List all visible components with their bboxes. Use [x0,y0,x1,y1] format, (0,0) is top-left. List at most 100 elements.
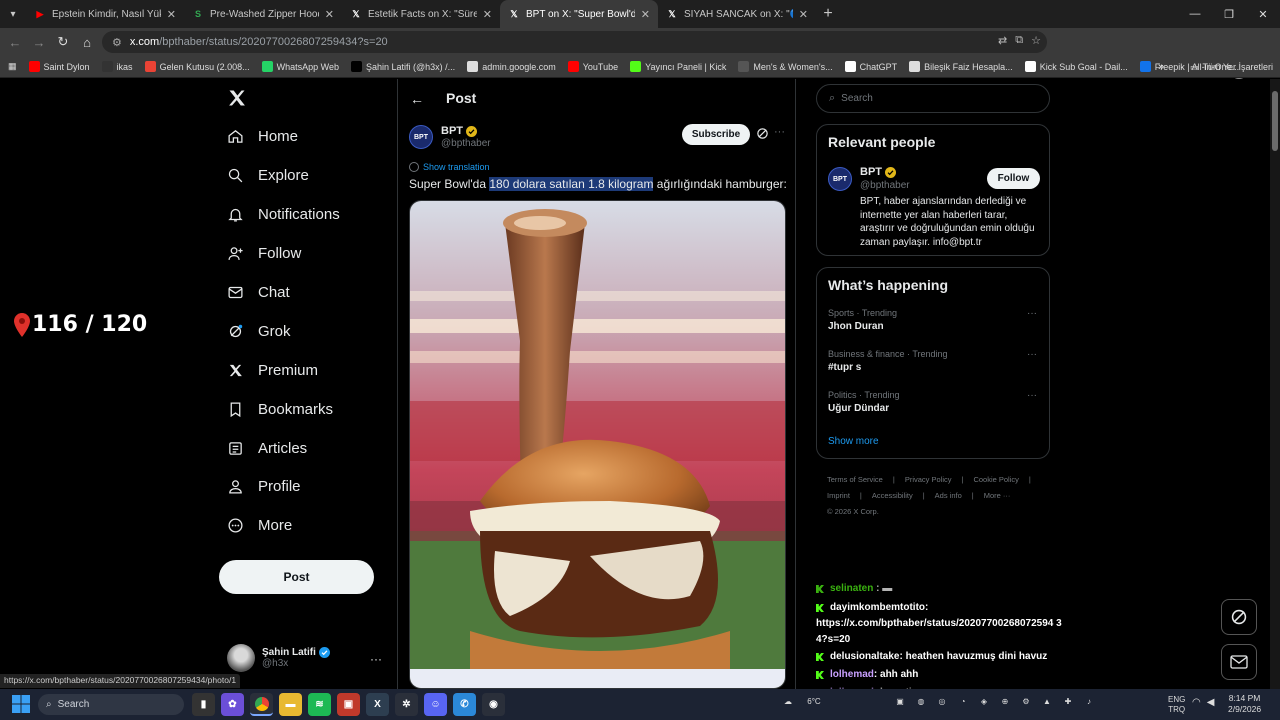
all-bookmarks-button[interactable]: ▭ Tüm Yer İşaretleri [1190,56,1273,78]
windows-start-icon[interactable] [12,695,30,713]
messenger-icon[interactable]: ✆ [453,693,476,716]
nav-item-premium[interactable]: Premium [227,362,318,379]
trend-more-icon[interactable]: ··· [1027,308,1037,319]
browser-tab[interactable]: ▶ Epstein Kimdir, Nasıl Yükseldi, N ✕ [26,0,184,28]
nav-item-chat[interactable]: Chat [227,284,290,301]
browser-tab[interactable]: S Pre-Washed Zipper Hoodie ✕ [184,0,342,28]
close-tab-icon[interactable]: ✕ [483,8,492,21]
footer-link[interactable]: Terms of Service [827,475,883,484]
bookmark-item[interactable]: ikas [96,61,139,72]
steam-icon[interactable]: ⚙ [1018,693,1034,709]
scrollbar-thumb[interactable] [1272,91,1278,151]
close-window-button[interactable]: ✕ [1246,0,1280,28]
grok-icon[interactable] [756,127,769,140]
bookmark-item[interactable]: ChatGPT [839,61,904,72]
forward-button[interactable]: → [27,35,51,50]
tray-app-2-icon[interactable]: ◍ [913,693,929,709]
bookmark-item[interactable]: Şahin Latifi (@h3x) /... [345,61,461,72]
close-tab-icon[interactable]: ✕ [641,8,650,21]
close-tab-icon[interactable]: ✕ [167,8,176,21]
browser-tab[interactable]: 𝕏 BPT on X: "Super Bowl'da 180 d ✕ [500,0,658,28]
footer-link[interactable]: Imprint [827,491,850,500]
apps-grid-icon[interactable]: ▦ [0,61,23,72]
trend-item[interactable]: Politics · Trending Uğur Dündar ··· [828,390,1038,414]
settings-gear-icon[interactable]: ✲ [395,693,418,716]
footer-link[interactable]: More ··· [984,491,1011,500]
close-tab-icon[interactable]: ✕ [325,8,334,21]
x-logo-icon[interactable] [227,88,247,108]
tray-app-8-icon[interactable]: ✚ [1060,693,1076,709]
microphone-icon[interactable]: ♪ [1081,693,1097,709]
obs-icon[interactable]: ◉ [482,693,505,716]
page-scrollbar[interactable] [1270,79,1280,689]
relevant-person-avatar[interactable]: BPT [828,167,860,191]
bookmark-item[interactable]: WhatsApp Web [256,61,345,72]
back-button[interactable]: ← [3,35,27,50]
footer-link[interactable]: Cookie Policy [973,475,1018,484]
site-info-icon[interactable]: ⚙ [112,36,122,49]
nav-item-bookmarks[interactable]: Bookmarks [227,401,333,418]
footer-link[interactable]: Privacy Policy [905,475,952,484]
bookmark-item[interactable]: Yayıncı Paneli | Kick [624,61,732,72]
bookmark-item[interactable]: Bileşik Faiz Hesapla... [903,61,1019,72]
footer-link[interactable]: Accessibility [872,491,913,500]
nav-item-home[interactable]: Home [227,128,298,145]
tray-app-5-icon[interactable]: ◈ [976,693,992,709]
tray-app-4-icon[interactable]: ◔ [955,693,971,709]
show-more-link[interactable]: Show more [828,436,879,447]
post-button[interactable]: Post [219,560,374,594]
post-author[interactable]: BPT BPT @bpthaber [409,125,491,149]
spotify-icon[interactable]: ≋ [308,693,331,716]
trend-item[interactable]: Business & finance · Trending #tupr s ··· [828,349,1038,373]
bookmarks-overflow-button[interactable]: » [1158,56,1164,78]
bookmark-item[interactable]: YouTube [562,61,624,72]
follow-button[interactable]: Follow [987,168,1040,189]
excel-icon[interactable]: X [366,693,389,716]
nav-item-explore[interactable]: Explore [227,167,309,184]
grok-fab-button[interactable] [1221,599,1257,635]
taskbar-search[interactable]: ⌕ Search [38,694,184,715]
messages-fab-button[interactable] [1221,644,1257,680]
language-indicator[interactable]: ENG TRQ [1168,695,1185,715]
nav-item-profile[interactable]: Profile [227,478,301,495]
browser-tab[interactable]: 𝕏 Estetik Facts on X: "Sürekli Bale ✕ [342,0,500,28]
close-tab-icon[interactable]: ✕ [799,8,808,21]
tray-app-7-icon[interactable]: ▲ [1039,693,1055,709]
subscribe-button[interactable]: Subscribe [682,124,750,145]
tray-app-1-icon[interactable]: ▣ [892,693,908,709]
footer-link[interactable]: Ads info [935,491,962,500]
account-more-icon[interactable]: ··· [370,652,382,666]
post-image[interactable] [409,200,786,689]
author-name[interactable]: BPT [441,125,463,137]
browser-tab[interactable]: 𝕏 SİYAH SANCAK on X: "🔵 Yaba ✕ [658,0,816,28]
trend-more-icon[interactable]: ··· [1027,390,1037,401]
nav-item-more[interactable]: More [227,517,292,534]
install-icon[interactable]: ⧉ [1015,34,1023,47]
nav-item-notifications[interactable]: Notifications [227,206,340,223]
nav-item-articles[interactable]: Articles [227,440,307,457]
back-arrow-icon[interactable]: ← [410,91,424,107]
trend-item[interactable]: Sports · Trending Jhon Duran ··· [828,308,1038,332]
home-button[interactable]: ⌂ [75,35,99,50]
discord-icon[interactable]: ☺ [424,693,447,716]
search-input[interactable]: ⌕ Search [816,84,1050,113]
bookmark-item[interactable]: Kick Sub Goal - Dail... [1019,61,1134,72]
relevant-person-name[interactable]: BPT [860,166,882,178]
translate-icon[interactable]: ⇄ [998,34,1007,47]
new-tab-button[interactable]: + [816,5,840,23]
author-handle[interactable]: @bpthaber [441,138,491,149]
post-more-icon[interactable]: ··· [774,126,785,138]
bookmark-item[interactable]: Men's & Women's... [732,61,838,72]
clock[interactable]: 8:14 PM 2/9/2026 [1228,693,1261,715]
tab-search-button[interactable]: ▾ [0,0,26,28]
show-translation-link[interactable]: Show translation [409,162,490,172]
task-view-icon[interactable]: ▮ [192,693,215,716]
weather-icon[interactable]: ☁ [780,693,796,709]
bookmark-item[interactable]: Saint Dylon [23,61,96,72]
quick-settings[interactable]: ◠ ◀ [1192,697,1214,708]
bookmark-item[interactable]: admin.google.com [461,61,562,72]
account-switcher[interactable]: Şahin Latifi @h3x [227,644,330,672]
footer-link[interactable]: © 2026 X Corp. [827,507,879,516]
tray-app-6-icon[interactable]: ⊕ [997,693,1013,709]
nav-item-grok[interactable]: Grok [227,323,291,340]
